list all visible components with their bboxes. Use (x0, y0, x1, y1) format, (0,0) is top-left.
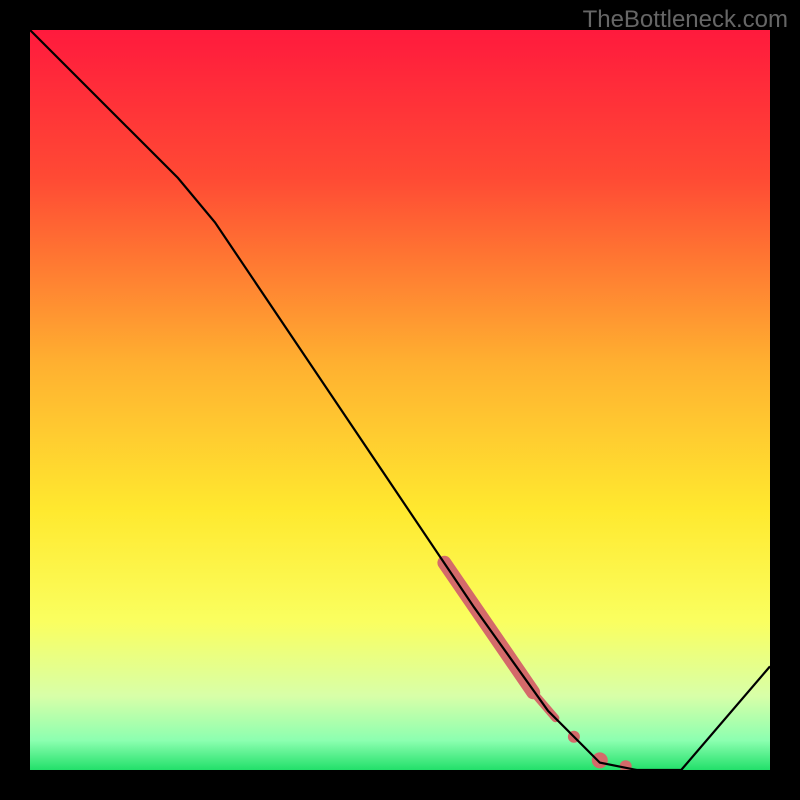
marker-dot (592, 752, 608, 768)
watermark-text: TheBottleneck.com (583, 6, 788, 34)
chart-svg (30, 30, 770, 770)
chart-frame (30, 30, 770, 770)
